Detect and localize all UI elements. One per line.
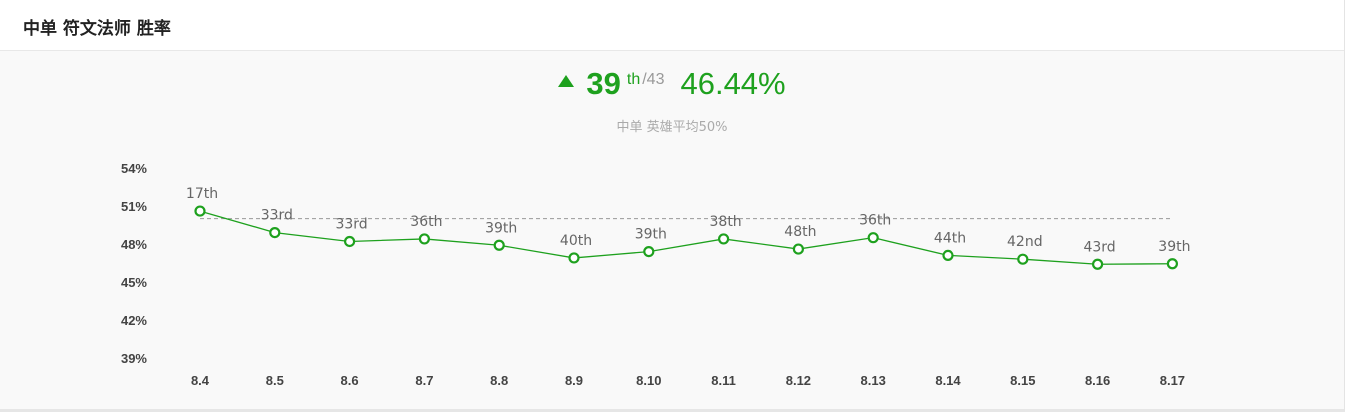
y-tick-label: 45% [121, 275, 147, 290]
x-tick-label: 8.14 [935, 373, 961, 388]
data-point [269, 227, 281, 239]
y-tick-label: 51% [121, 199, 147, 214]
data-label: 42nd [1007, 234, 1043, 250]
data-point [1017, 253, 1029, 265]
data-point [1091, 258, 1104, 270]
y-tick-label: 48% [121, 237, 147, 252]
win-rate-line-chart: 54% 51% 48% 45% 42% 39% 8.4 8.5 8.6 8.7 8.8 8.9 8.10… [121, 161, 1191, 388]
data-point [194, 205, 206, 217]
data-point [418, 233, 430, 245]
data-point [344, 235, 356, 248]
x-tick-label: 8.9 [565, 373, 583, 388]
x-tick-label: 8.11 [711, 373, 736, 388]
x-tick-label: 8.13 [861, 373, 886, 388]
y-tick-label: 39% [121, 351, 147, 366]
x-tick-label: 8.7 [415, 373, 433, 388]
data-label: 33rd [335, 216, 367, 232]
x-tick-label: 8.15 [1010, 373, 1035, 388]
data-label: 44th [934, 230, 966, 246]
x-tick-label: 8.17 [1160, 373, 1185, 388]
data-label: 39th [635, 227, 667, 243]
data-label: 38th [710, 214, 742, 230]
x-tick-label: 8.8 [490, 373, 508, 388]
data-label: 39th [1158, 239, 1190, 255]
y-tick-label: 54% [121, 161, 147, 176]
data-point [568, 252, 580, 264]
data-label: 36th [859, 213, 891, 229]
x-tick-label: 8.5 [266, 373, 284, 388]
data-point [717, 233, 730, 245]
data-label: 39th [485, 220, 517, 236]
data-label: 40th [560, 233, 592, 249]
data-point [1166, 258, 1179, 270]
data-label: 48th [784, 224, 816, 240]
x-tick-label: 8.16 [1085, 373, 1110, 388]
data-label: 33rd [261, 208, 293, 224]
data-label: 36th [410, 214, 442, 230]
data-point [867, 232, 879, 244]
data-point [942, 249, 954, 261]
data-point [792, 243, 805, 255]
x-tick-label: 8.10 [636, 373, 661, 388]
y-tick-label: 42% [121, 313, 147, 328]
data-point [493, 239, 505, 251]
x-tick-label: 8.12 [786, 373, 811, 388]
x-tick-label: 8.6 [341, 373, 359, 388]
data-label: 17th [186, 186, 218, 202]
x-tick-label: 8.4 [191, 373, 210, 388]
data-point [643, 246, 655, 258]
data-label: 43rd [1083, 239, 1115, 255]
